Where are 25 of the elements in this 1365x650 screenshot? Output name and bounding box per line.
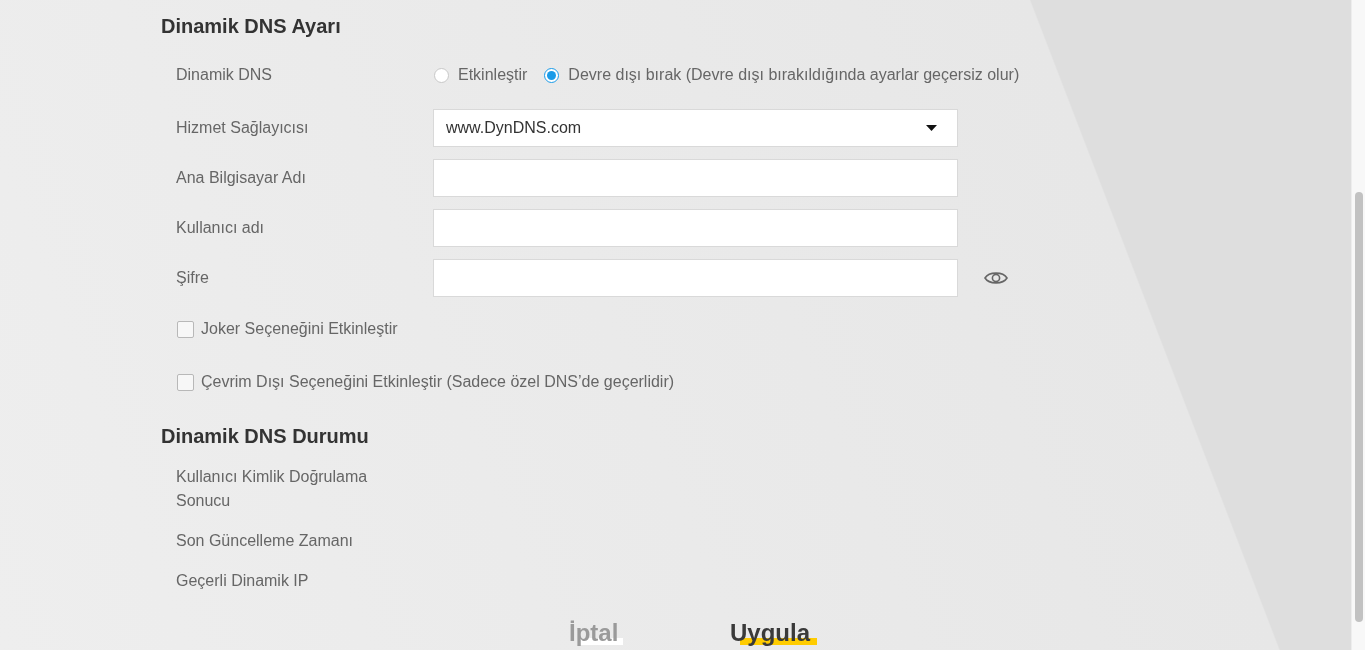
field-label: Ana Bilgisayar Adı <box>176 168 307 188</box>
input-field[interactable] <box>433 159 958 197</box>
scrollbar-thumb[interactable] <box>1355 192 1363 622</box>
radio-button[interactable] <box>434 67 449 83</box>
status-label: Kullanıcı Kimlik Doğrulama Sonucu <box>175 467 369 511</box>
field-label: Hizmet Sağlayıcısı <box>176 118 310 138</box>
checkbox[interactable] <box>177 373 194 391</box>
field-label: Şifre <box>176 268 210 288</box>
caret-icon <box>926 125 937 131</box>
eye-icon[interactable] <box>984 270 1008 286</box>
radio-label[interactable]: Devre dışı bırak (Devre dışı bırakıldığında ayarlar geçersiz olur) <box>568 63 1020 87</box>
field-label: Kullanıcı adı <box>176 218 266 238</box>
radio-button[interactable] <box>544 67 560 83</box>
checkbox-label[interactable]: Joker Seçeneğini Etkinleştir <box>201 317 398 341</box>
radio-label[interactable]: Etkinleştir <box>458 63 528 87</box>
status-label: Son Güncelleme Zamanı <box>175 531 354 551</box>
checkbox-label[interactable]: Çevrim Dışı Seçeneğini Etkinleştir (Sadece özel DNS’de geçerlidir) <box>201 370 675 394</box>
section-heading: Dinamik DNS Durumu <box>161 424 370 449</box>
checkbox[interactable] <box>177 320 194 338</box>
password-field[interactable] <box>433 259 958 297</box>
input-field[interactable] <box>433 209 958 247</box>
dropdown[interactable]: www.DynDNS.com <box>433 109 958 147</box>
field-label: Dinamik DNS <box>176 65 273 85</box>
section-heading: Dinamik DNS Ayarı <box>161 14 342 39</box>
status-label: Geçerli Dinamik IP <box>175 571 310 591</box>
